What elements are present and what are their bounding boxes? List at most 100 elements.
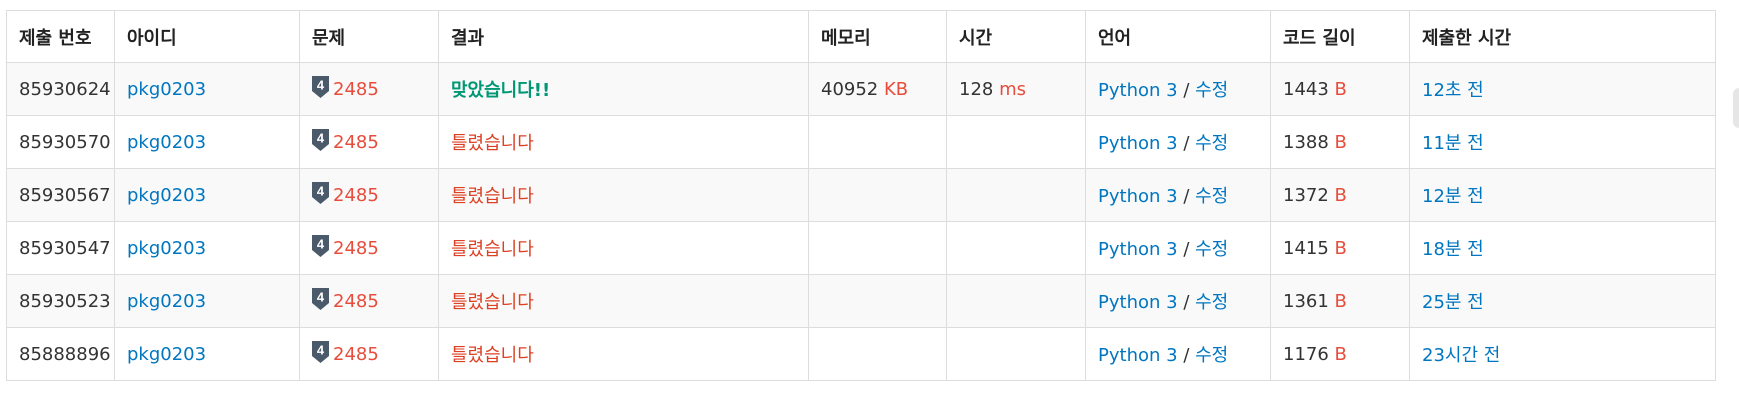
- result-text: 틀렸습니다: [451, 345, 534, 366]
- language-separator: /: [1183, 239, 1190, 260]
- code-length-value: 1372: [1283, 184, 1329, 206]
- language-separator: /: [1183, 292, 1190, 313]
- problem-cell: 4 2485: [299, 168, 439, 222]
- language-cell: Python 3 / 수정: [1085, 168, 1271, 222]
- memory-cell: [808, 274, 947, 328]
- code-length-value: 1443: [1283, 78, 1329, 100]
- problem-link[interactable]: 2485: [333, 79, 379, 100]
- language-separator: /: [1183, 186, 1190, 207]
- language-separator: /: [1183, 133, 1190, 154]
- user-cell: pkg0203: [114, 274, 300, 328]
- time-cell: [946, 274, 1086, 328]
- code-length-cell: 1372 B: [1270, 168, 1410, 222]
- table-row: 85930624 pkg0203 4 2485 맞았습니다!! 40952 KB…: [6, 62, 1716, 116]
- user-link[interactable]: pkg0203: [127, 344, 206, 365]
- result-cell: 틀렸습니다: [438, 221, 809, 275]
- language-link[interactable]: Python 3: [1098, 80, 1178, 101]
- status-table-container: 제출 번호 아이디 문제 결과 메모리 시간 언어 코드 길이 제출한 시간 8…: [6, 10, 1716, 381]
- code-length-unit: B: [1334, 184, 1347, 206]
- tier-badge-icon: 4: [312, 181, 329, 209]
- time-cell: [946, 115, 1086, 169]
- user-link[interactable]: pkg0203: [127, 132, 206, 153]
- submission-status-table: 제출 번호 아이디 문제 결과 메모리 시간 언어 코드 길이 제출한 시간 8…: [6, 10, 1716, 381]
- table-body: 85930624 pkg0203 4 2485 맞았습니다!! 40952 KB…: [6, 62, 1716, 381]
- submission-id: 85888896: [19, 343, 111, 365]
- user-link[interactable]: pkg0203: [127, 185, 206, 206]
- result-cell: 맞았습니다!!: [438, 62, 809, 116]
- language-separator: /: [1183, 80, 1190, 101]
- time-cell: [946, 327, 1086, 381]
- submission-id-cell: 85888896: [6, 327, 115, 381]
- result-text: 맞았습니다!!: [451, 80, 551, 101]
- tier-badge-icon: 4: [312, 234, 329, 262]
- submitted-at-link[interactable]: 12분 전: [1422, 186, 1484, 207]
- language-cell: Python 3 / 수정: [1085, 274, 1271, 328]
- result-cell: 틀렸습니다: [438, 274, 809, 328]
- header-code-length: 코드 길이: [1270, 10, 1410, 63]
- submitted-at-cell: 12분 전: [1409, 168, 1716, 222]
- problem-link[interactable]: 2485: [333, 238, 379, 259]
- edit-link[interactable]: 수정: [1195, 239, 1228, 260]
- user-cell: pkg0203: [114, 221, 300, 275]
- code-length-cell: 1361 B: [1270, 274, 1410, 328]
- edit-link[interactable]: 수정: [1195, 133, 1228, 154]
- language-link[interactable]: Python 3: [1098, 345, 1178, 366]
- header-submitted-at: 제출한 시간: [1409, 10, 1716, 63]
- problem-cell: 4 2485: [299, 62, 439, 116]
- language-cell: Python 3 / 수정: [1085, 115, 1271, 169]
- page-edge-tab: [1733, 88, 1739, 128]
- submission-id: 85930567: [19, 184, 111, 206]
- table-row: 85930570 pkg0203 4 2485 틀렸습니다 Python 3 /…: [6, 115, 1716, 169]
- table-row: 85930567 pkg0203 4 2485 틀렸습니다 Python 3 /…: [6, 168, 1716, 222]
- submission-id: 85930570: [19, 131, 111, 153]
- language-link[interactable]: Python 3: [1098, 186, 1178, 207]
- submitted-at-cell: 18분 전: [1409, 221, 1716, 275]
- user-link[interactable]: pkg0203: [127, 291, 206, 312]
- code-length-unit: B: [1334, 78, 1347, 100]
- time-value: 128: [959, 78, 994, 100]
- problem-link[interactable]: 2485: [333, 344, 379, 365]
- language-link[interactable]: Python 3: [1098, 133, 1178, 154]
- svg-text:4: 4: [317, 236, 325, 251]
- time-cell: [946, 221, 1086, 275]
- problem-link[interactable]: 2485: [333, 291, 379, 312]
- submitted-at-link[interactable]: 25분 전: [1422, 292, 1484, 313]
- user-cell: pkg0203: [114, 327, 300, 381]
- user-link[interactable]: pkg0203: [127, 79, 206, 100]
- submitted-at-link[interactable]: 23시간 전: [1422, 345, 1500, 366]
- header-language: 언어: [1085, 10, 1271, 63]
- submitted-at-link[interactable]: 12초 전: [1422, 80, 1484, 101]
- code-length-unit: B: [1334, 343, 1347, 365]
- tier-badge-icon: 4: [312, 75, 329, 103]
- table-header: 제출 번호 아이디 문제 결과 메모리 시간 언어 코드 길이 제출한 시간: [6, 10, 1716, 63]
- user-link[interactable]: pkg0203: [127, 238, 206, 259]
- user-cell: pkg0203: [114, 168, 300, 222]
- svg-text:4: 4: [317, 77, 325, 92]
- result-text: 틀렸습니다: [451, 239, 534, 260]
- problem-link[interactable]: 2485: [333, 132, 379, 153]
- language-link[interactable]: Python 3: [1098, 292, 1178, 313]
- submission-id-cell: 85930547: [6, 221, 115, 275]
- edit-link[interactable]: 수정: [1195, 80, 1228, 101]
- language-cell: Python 3 / 수정: [1085, 221, 1271, 275]
- edit-link[interactable]: 수정: [1195, 292, 1228, 313]
- edit-link[interactable]: 수정: [1195, 186, 1228, 207]
- submission-id-cell: 85930570: [6, 115, 115, 169]
- time-cell: 128 ms: [946, 62, 1086, 116]
- problem-cell: 4 2485: [299, 115, 439, 169]
- memory-cell: [808, 221, 947, 275]
- svg-text:4: 4: [317, 289, 325, 304]
- result-text: 틀렸습니다: [451, 292, 534, 313]
- submission-id: 85930523: [19, 290, 111, 312]
- language-separator: /: [1183, 345, 1190, 366]
- tier-badge-icon: 4: [312, 340, 329, 368]
- language-link[interactable]: Python 3: [1098, 239, 1178, 260]
- submitted-at-link[interactable]: 11분 전: [1422, 133, 1484, 154]
- edit-link[interactable]: 수정: [1195, 345, 1228, 366]
- submission-id-cell: 85930523: [6, 274, 115, 328]
- svg-text:4: 4: [317, 130, 325, 145]
- submitted-at-link[interactable]: 18분 전: [1422, 239, 1484, 260]
- code-length-value: 1176: [1283, 343, 1329, 365]
- problem-link[interactable]: 2485: [333, 185, 379, 206]
- header-time: 시간: [946, 10, 1086, 63]
